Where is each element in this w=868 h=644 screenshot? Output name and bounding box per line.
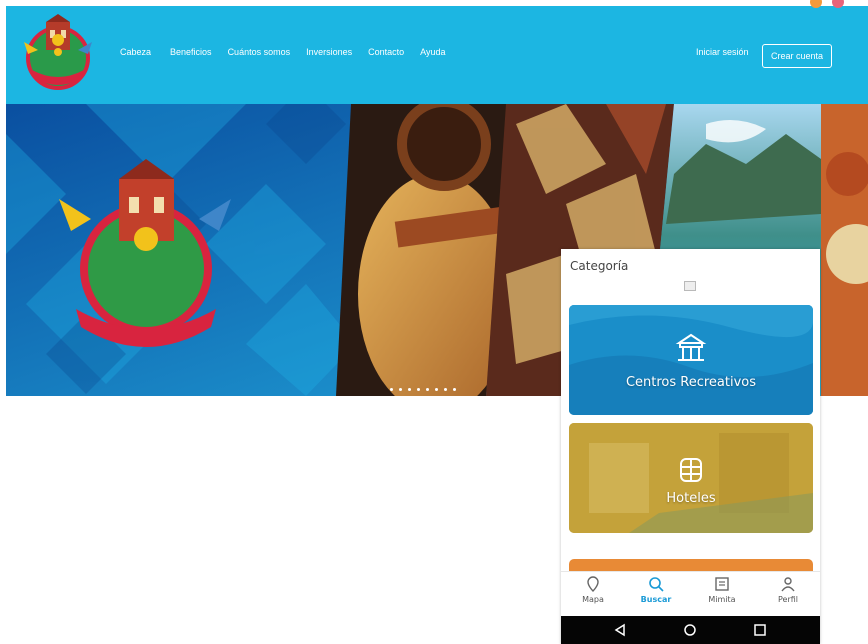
nav-link-investments[interactable]: Inversiones: [306, 47, 352, 57]
category-label: Hoteles: [666, 491, 716, 506]
top-navigation-bar: Cabeza Beneficios Cuántos somos Inversio…: [6, 6, 868, 104]
login-link[interactable]: Iniciar sesión: [696, 47, 749, 57]
bottom-tab-bar: Mapa Buscar Mimita Perfil: [561, 571, 820, 616]
slider-dot[interactable]: [399, 388, 402, 391]
nav-link-contact[interactable]: Contacto: [368, 47, 404, 57]
slider-dots: [390, 388, 456, 391]
tab-map[interactable]: Mapa: [568, 576, 618, 604]
category-card-recreation-centers[interactable]: Centros Recreativos: [569, 305, 813, 415]
tab-label: Mimita: [708, 595, 736, 604]
tab-search[interactable]: Buscar: [631, 576, 681, 604]
map-icon: [587, 576, 599, 592]
nav-link-about[interactable]: Cuántos somos: [228, 47, 291, 57]
main-nav: Cabeza Beneficios Cuántos somos Inversio…: [120, 47, 462, 57]
category-label: Centros Recreativos: [625, 375, 757, 390]
android-system-bar: [561, 616, 820, 644]
corner-decoration: [810, 0, 844, 8]
category-title: Categoría: [570, 259, 629, 273]
signup-button[interactable]: Crear cuenta: [762, 44, 833, 68]
tab-list[interactable]: Mimita: [697, 576, 747, 604]
tab-label: Mapa: [582, 595, 604, 604]
slider-dot[interactable]: [453, 388, 456, 391]
slider-dot[interactable]: [426, 388, 429, 391]
slider-dot[interactable]: [417, 388, 420, 391]
recents-icon[interactable]: [753, 623, 767, 637]
tab-label: Buscar: [640, 595, 672, 604]
search-icon: [649, 577, 664, 592]
tab-profile[interactable]: Perfil: [763, 576, 813, 604]
slider-dot[interactable]: [408, 388, 411, 391]
slider-dot[interactable]: [444, 388, 447, 391]
category-card-hotels[interactable]: Hoteles: [569, 423, 813, 533]
nav-link-help[interactable]: Ayuda: [420, 47, 445, 57]
nav-link-home[interactable]: Cabeza: [120, 47, 151, 57]
home-icon[interactable]: [683, 623, 697, 637]
pavilion-icon: [675, 333, 707, 361]
user-icon: [781, 577, 795, 592]
tab-label: Perfil: [777, 595, 798, 604]
broken-image-icon: [684, 281, 696, 291]
tourism-logo[interactable]: [20, 12, 96, 96]
building-icon: [680, 458, 702, 482]
page: Cabeza Beneficios Cuántos somos Inversio…: [0, 0, 868, 644]
back-icon[interactable]: [613, 623, 627, 637]
nav-link-benefits[interactable]: Beneficios: [170, 47, 212, 57]
slider-dot[interactable]: [435, 388, 438, 391]
slider-dot[interactable]: [390, 388, 393, 391]
list-icon: [715, 577, 729, 591]
mobile-app-preview: Categoría Centros Recreativos Hoteles Ma…: [561, 249, 820, 644]
